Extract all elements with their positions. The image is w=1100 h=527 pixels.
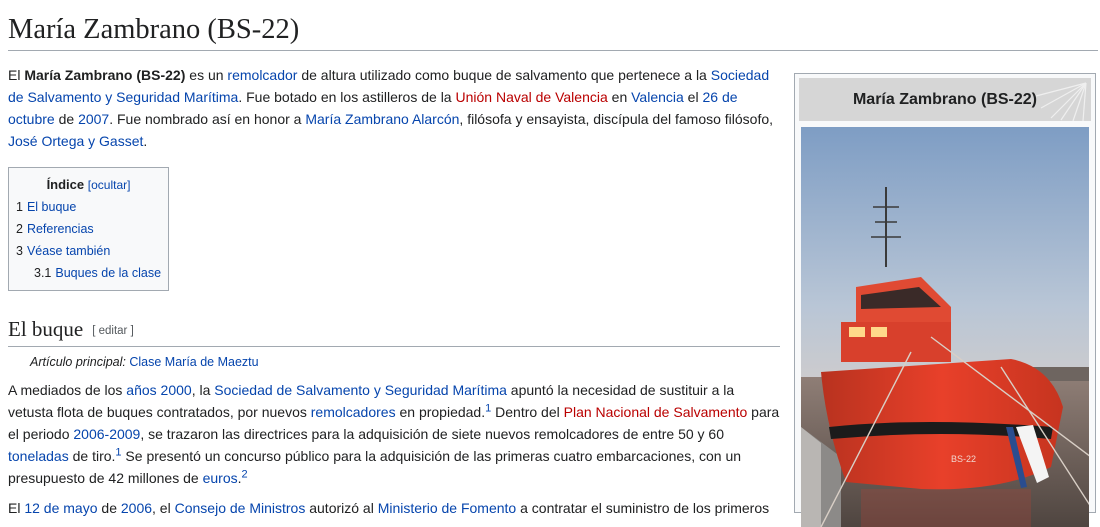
text: es un <box>185 67 228 83</box>
toc-number: 3 <box>16 244 23 258</box>
link-ortega-gasset[interactable]: José Ortega y Gasset <box>8 133 143 149</box>
text: de <box>97 500 121 516</box>
infobox: María Zambrano (BS-22) BS-22 <box>794 73 1096 527</box>
text: de altura utilizado como buque de salvam… <box>297 67 711 83</box>
toc-item[interactable]: 2 Referencias <box>16 218 161 240</box>
text: A mediados de los <box>8 382 127 398</box>
intro-paragraph: El María Zambrano (BS-22) es un remolcad… <box>8 64 780 152</box>
text: , se trazaron las directrices para la ad… <box>140 426 724 442</box>
paragraph-2: El 12 de mayo de 2006, el Consejo de Min… <box>8 497 780 519</box>
text: . <box>143 133 148 149</box>
text: de tiro. <box>68 448 116 464</box>
toc-subitem[interactable]: 3.1 Buques de la clase <box>16 262 161 284</box>
text: de <box>54 111 79 127</box>
link-toneladas[interactable]: toneladas <box>8 448 69 464</box>
toc-link[interactable]: Referencias <box>27 222 94 236</box>
link-euros[interactable]: euros <box>203 470 238 486</box>
text: el <box>683 89 703 105</box>
link-consejo-ministros[interactable]: Consejo de Ministros <box>175 500 306 516</box>
link-valencia[interactable]: Valencia <box>631 89 684 105</box>
toc-link[interactable]: El buque <box>27 200 76 214</box>
text: autorizó al <box>305 500 378 516</box>
toc-item[interactable]: 1 El buque <box>16 196 161 218</box>
toc-hide-button[interactable]: [ocultar] <box>88 178 131 192</box>
text: . Fue botado en los astilleros de la <box>238 89 456 105</box>
text: El <box>8 67 25 83</box>
text: , filósofa y ensayista, discípula del fa… <box>459 111 774 127</box>
link-maria-zambrano[interactable]: María Zambrano Alarcón <box>305 111 459 127</box>
hatnote: Artículo principal: Clase María de Maezt… <box>8 351 780 373</box>
link-2006-2009[interactable]: 2006-2009 <box>73 426 140 442</box>
ship-image: BS-22 <box>801 127 1089 527</box>
table-of-contents: Índice [ocultar] 1 El buque 2 Referencias … <box>8 167 170 291</box>
infobox-title: María Zambrano (BS-22) <box>852 90 1038 108</box>
edit-section-button[interactable]: [ editar ] <box>92 325 134 337</box>
text: . Fue nombrado así en honor a <box>109 111 306 127</box>
link-remolcador[interactable]: remolcador <box>227 67 297 83</box>
article-subject: María Zambrano (BS-22) <box>24 67 186 83</box>
reference-link[interactable]: 2 <box>242 468 248 480</box>
text: El <box>8 500 25 516</box>
toc-number: 1 <box>16 200 23 214</box>
link-clase-maeztu[interactable]: Clase María de Maeztu <box>129 355 258 369</box>
toc-number: 2 <box>16 222 23 236</box>
redlink-plan-nacional[interactable]: Plan Nacional de Salvamento <box>564 404 748 420</box>
toc-item[interactable]: 3 Véase también <box>16 240 161 262</box>
text: , el <box>152 500 175 516</box>
ship-photo[interactable]: BS-22 <box>801 127 1089 527</box>
toc-link[interactable]: Buques de la clase <box>55 266 161 280</box>
hull-marking: BS-22 <box>951 454 976 464</box>
text: en <box>607 89 632 105</box>
toc-number: 3.1 <box>34 266 52 280</box>
toc-title: Índice [ocultar] <box>16 174 161 196</box>
text: en propiedad. <box>395 404 486 420</box>
link-remolcadores[interactable]: remolcadores <box>311 404 396 420</box>
article-body: El María Zambrano (BS-22) es un remolcad… <box>8 64 780 527</box>
infobox-header: María Zambrano (BS-22) <box>799 78 1091 121</box>
page-title: María Zambrano (BS-22) <box>8 12 1098 51</box>
link-anios-2000[interactable]: años 2000 <box>126 382 191 398</box>
section-title: El buque <box>8 317 84 341</box>
link-2006[interactable]: 2006 <box>121 500 152 516</box>
text: Dentro del <box>491 404 564 420</box>
link-2007[interactable]: 2007 <box>78 111 109 127</box>
link-sociedad[interactable]: Sociedad de Salvamento y Seguridad Marít… <box>214 382 507 398</box>
text: , la <box>191 382 215 398</box>
link-12-mayo[interactable]: 12 de mayo <box>24 500 97 516</box>
decorative-burst-icon <box>1035 82 1087 121</box>
redlink-union-naval[interactable]: Unión Naval de Valencia <box>455 89 607 105</box>
toc-heading: Índice <box>46 177 85 192</box>
text: a contratar el suministro de los primero… <box>516 500 770 516</box>
section-heading-el-buque: El buque [ editar ] <box>8 315 780 347</box>
toc-link[interactable]: Véase también <box>27 244 110 258</box>
paragraph-1: A mediados de los años 2000, la Sociedad… <box>8 379 780 489</box>
hatnote-label: Artículo principal: <box>30 355 126 369</box>
link-ministerio-fomento[interactable]: Ministerio de Fomento <box>378 500 517 516</box>
